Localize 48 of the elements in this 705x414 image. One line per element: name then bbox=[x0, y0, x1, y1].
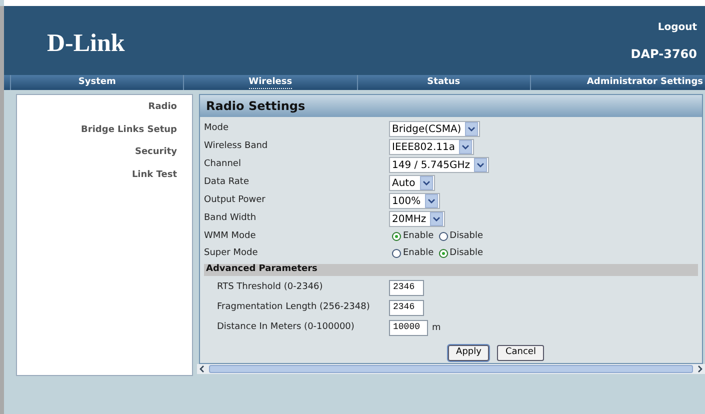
sidebar-link[interactable]: Security bbox=[134, 146, 177, 160]
form-button[interactable]: Cancel bbox=[497, 345, 544, 361]
dropdown[interactable]: IEEE802.11a bbox=[389, 139, 474, 155]
radio-button[interactable] bbox=[392, 232, 401, 241]
input-field[interactable]: 10000 bbox=[389, 320, 428, 336]
nav-tab[interactable]: Wireless bbox=[248, 76, 292, 88]
form-button[interactable]: Apply bbox=[448, 345, 490, 361]
field-label: Distance In Meters (0-100000) bbox=[217, 320, 356, 334]
radio-option[interactable]: Enable bbox=[392, 230, 434, 244]
nav-tab[interactable]: System bbox=[78, 76, 116, 88]
nav-tab[interactable]: Status bbox=[427, 76, 460, 88]
field-label: Band Width bbox=[204, 212, 258, 226]
field-label: RTS Threshold (0-2346) bbox=[217, 280, 324, 294]
dropdown[interactable]: Auto bbox=[389, 175, 435, 191]
radio-button[interactable] bbox=[438, 249, 448, 258]
scrollbar-thumb[interactable] bbox=[209, 365, 693, 373]
field-label: WMM Mode bbox=[204, 230, 257, 243]
sidebar-link[interactable]: Link Test bbox=[132, 168, 177, 182]
model-name: DAP-3760 bbox=[630, 46, 697, 63]
field-label: Mode bbox=[204, 122, 230, 136]
field-label: Fragmentation Length (256-2348) bbox=[217, 300, 371, 314]
radio-button[interactable] bbox=[438, 232, 448, 241]
radio-option[interactable]: Disable bbox=[438, 246, 484, 260]
dropdown[interactable]: 100% bbox=[389, 193, 440, 209]
dropdown[interactable]: 20MHz bbox=[389, 211, 446, 227]
scroll-left-icon[interactable] bbox=[198, 365, 206, 373]
field-label: Wireless Band bbox=[204, 140, 269, 154]
field-label: Output Power bbox=[204, 194, 266, 208]
radio-option[interactable]: Enable bbox=[392, 246, 434, 260]
input-field[interactable]: 2346 bbox=[389, 280, 424, 296]
logo: D-Link bbox=[47, 28, 125, 59]
input-field[interactable]: 2346 bbox=[389, 300, 424, 316]
logout-link[interactable]: Logout bbox=[658, 20, 697, 35]
scroll-right-icon[interactable] bbox=[696, 365, 704, 373]
radio-option[interactable]: Disable bbox=[438, 230, 484, 244]
field-label: Data Rate bbox=[204, 176, 250, 190]
field-label: Super Mode bbox=[204, 246, 259, 260]
radio-button[interactable] bbox=[392, 249, 401, 258]
field-label: Channel bbox=[204, 158, 242, 172]
dropdown[interactable]: Bridge(CSMA) bbox=[389, 121, 480, 137]
nav-tab[interactable]: Administrator Settings bbox=[586, 76, 703, 88]
unit-label: m bbox=[432, 322, 441, 335]
panel-title: Radio Settings bbox=[200, 95, 702, 117]
sidebar-link[interactable]: Radio bbox=[148, 101, 177, 114]
sidebar-link[interactable]: Bridge Links Setup bbox=[81, 124, 177, 137]
horizontal-scrollbar[interactable] bbox=[197, 364, 705, 374]
dropdown[interactable]: 149 / 5.745GHz bbox=[389, 157, 489, 173]
section-header: Advanced Parameters bbox=[204, 264, 698, 276]
